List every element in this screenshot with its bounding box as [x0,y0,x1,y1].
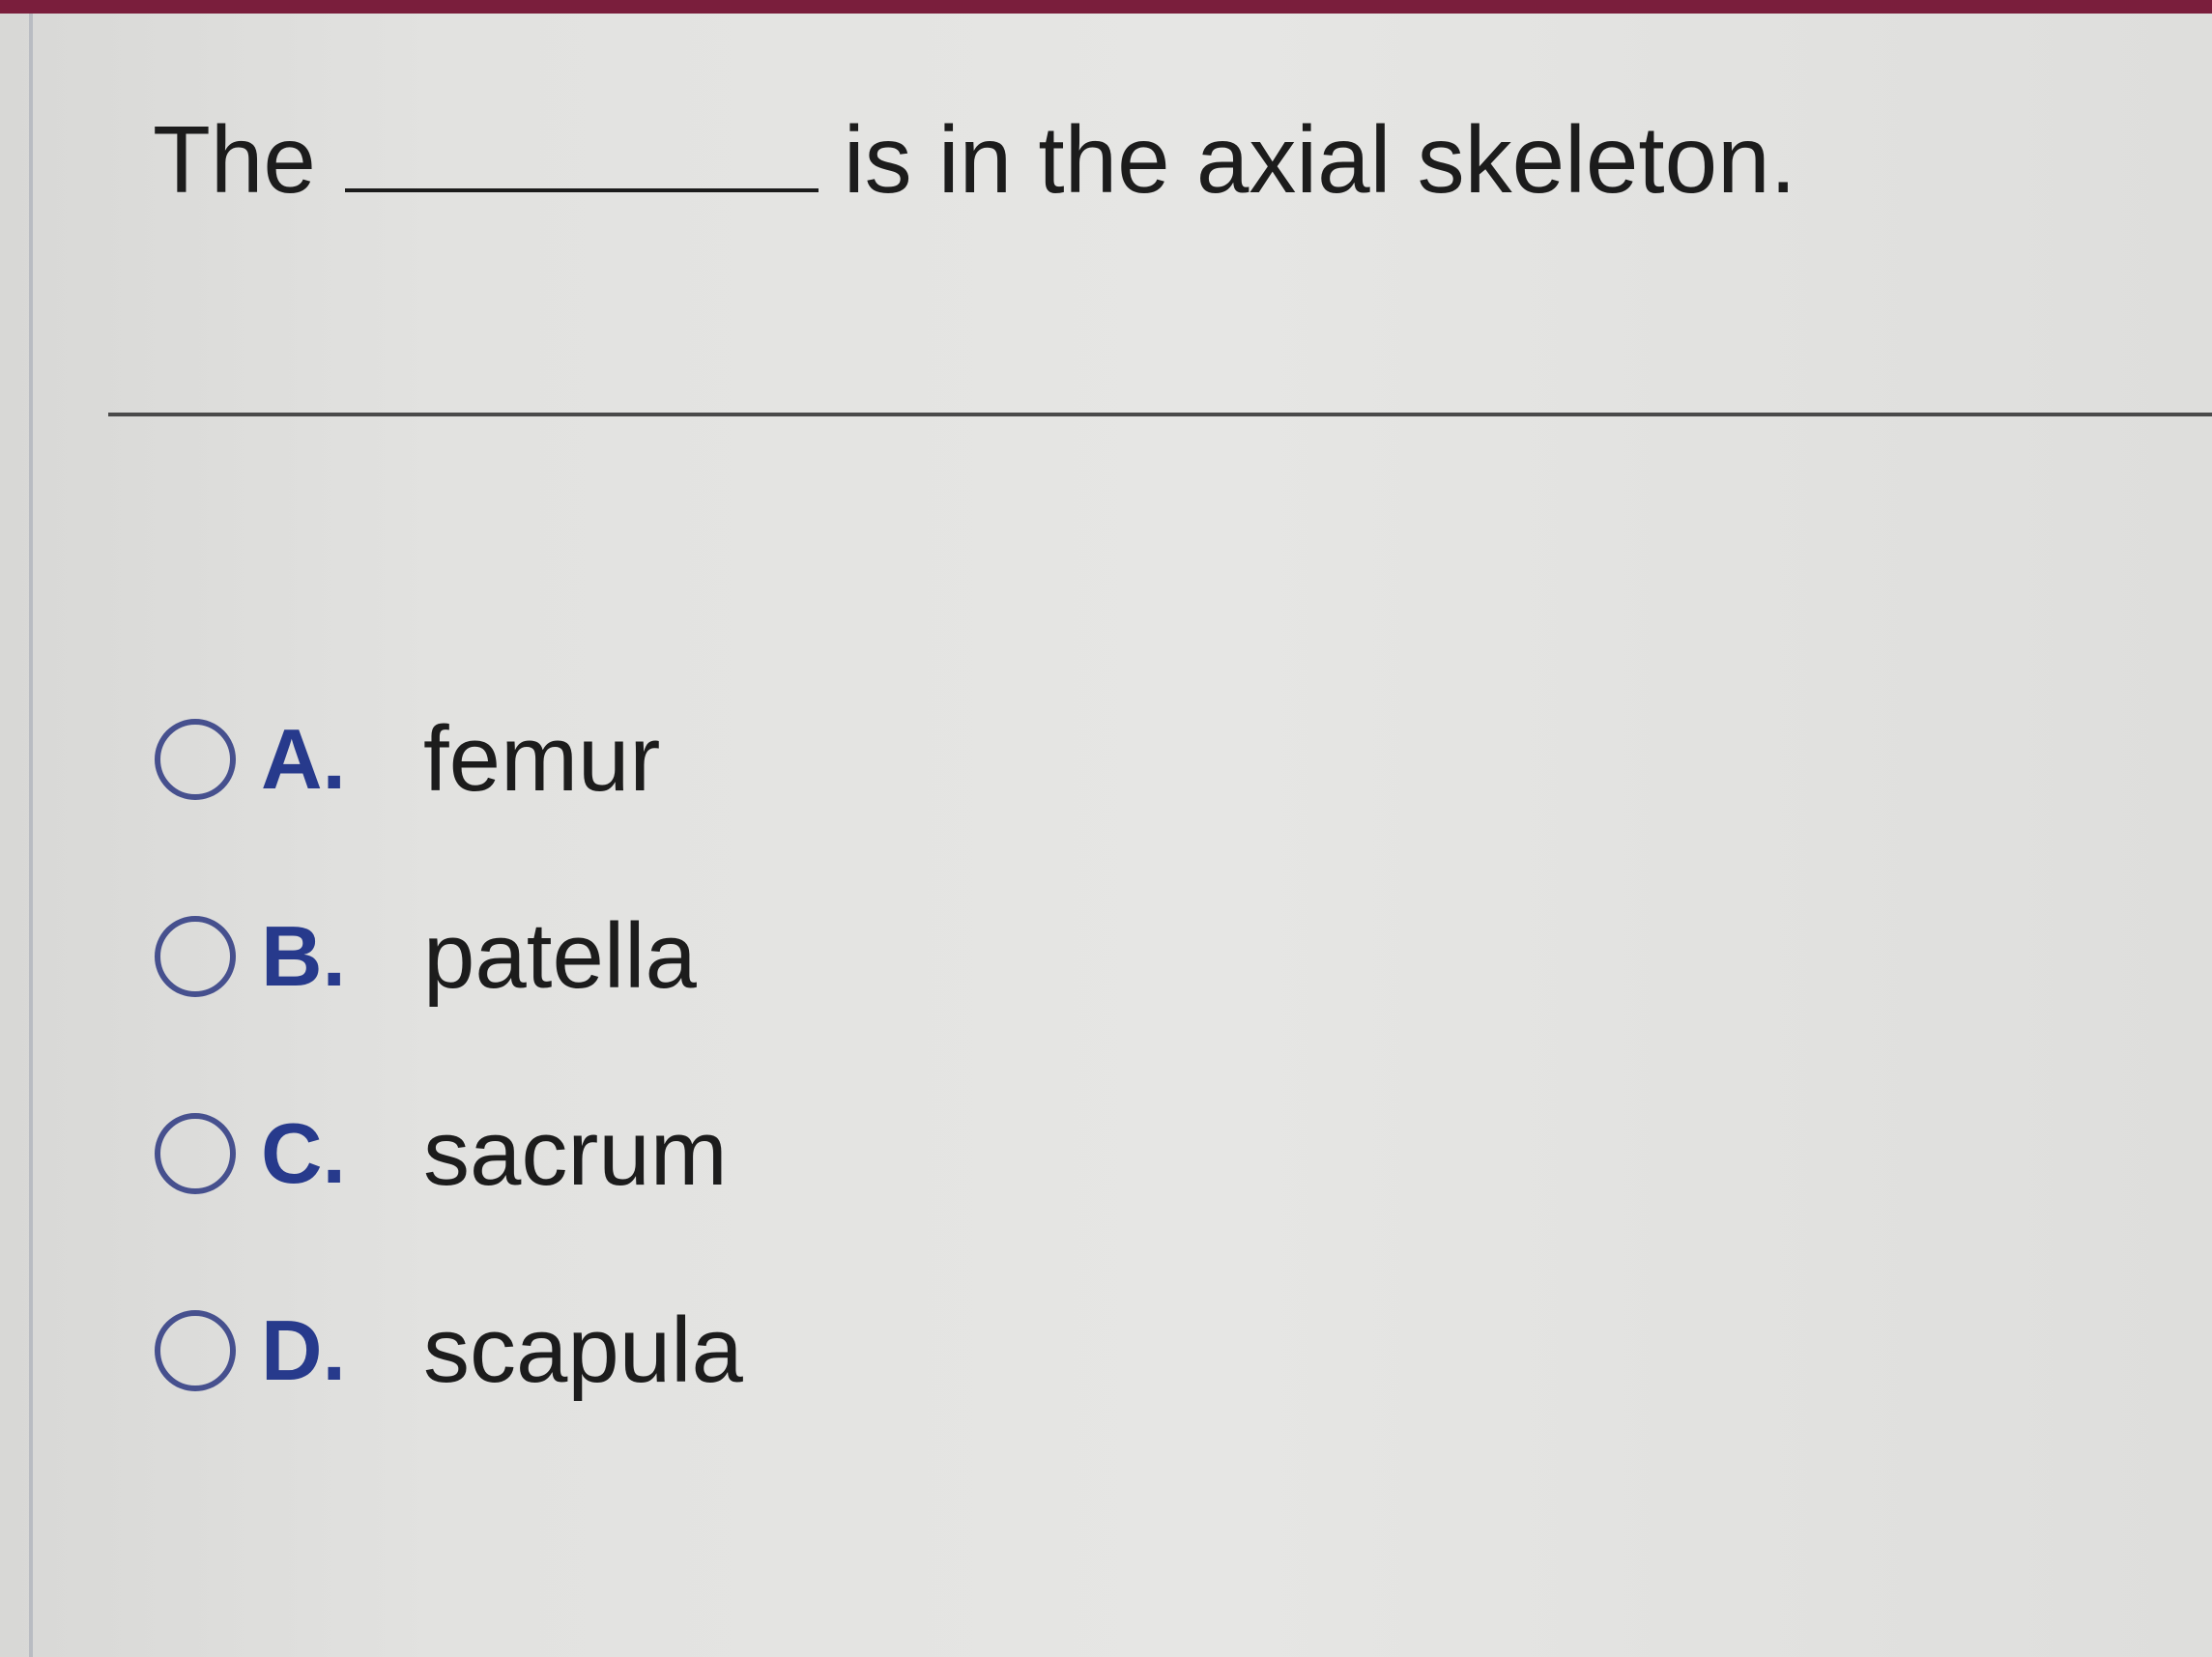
option-c-letter: C. [261,1105,346,1201]
option-a-text[interactable]: femur [423,706,660,813]
option-d-text[interactable]: scapula [423,1298,743,1404]
option-d-radio[interactable] [155,1310,236,1391]
question-panel: The is in the axial skeleton. A. femur B… [0,14,2212,1657]
option-b-text[interactable]: patella [423,903,697,1010]
top-accent-bar [0,0,2212,14]
option-c-radio[interactable] [155,1113,236,1194]
option-d-letter: D. [261,1302,346,1398]
option-b-letter: B. [261,908,346,1004]
question-prefix: The [153,106,316,213]
left-border [29,14,33,1657]
question-text: The is in the axial skeleton. [153,105,1796,221]
option-a-letter: A. [261,711,346,807]
divider [108,413,2212,416]
answer-blank [344,188,819,192]
question-suffix: is in the axial skeleton. [843,106,1796,213]
option-c[interactable]: C. sacrum [155,1096,1314,1212]
answer-options: A. femur B. patella C. sacrum D. scapula [155,701,1314,1490]
option-d[interactable]: D. scapula [155,1293,1314,1409]
option-b-radio[interactable] [155,916,236,997]
option-c-text[interactable]: sacrum [423,1100,728,1207]
option-b[interactable]: B. patella [155,899,1314,1014]
option-a[interactable]: A. femur [155,701,1314,817]
option-a-radio[interactable] [155,719,236,800]
